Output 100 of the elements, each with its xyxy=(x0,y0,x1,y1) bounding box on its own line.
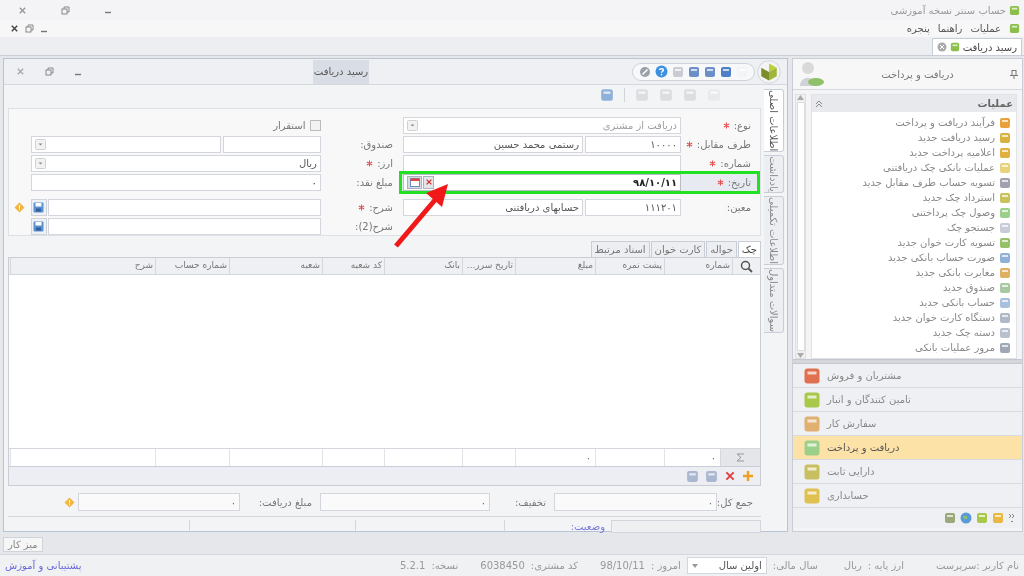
menu-item[interactable]: جستجو چک xyxy=(946,220,995,235)
window-title: حساب سنتر نسخه آموزشی xyxy=(890,3,1006,18)
calendar-button[interactable] xyxy=(407,175,422,189)
menu-item[interactable]: وصول چک پرداختنی xyxy=(911,205,995,220)
nav-button[interactable]: مشتریان و فروش xyxy=(793,364,1022,388)
menu-item[interactable]: رسید دریافت جدید xyxy=(918,130,995,145)
more-icon[interactable] xyxy=(1008,513,1016,523)
column-header[interactable]: شماره حساب xyxy=(155,258,229,274)
menu-item[interactable]: پنجره xyxy=(906,21,930,36)
close-icon[interactable] xyxy=(10,24,19,33)
restore-icon[interactable] xyxy=(61,5,70,15)
menu-item[interactable]: مرور عملیات بانکی xyxy=(915,340,995,355)
restore-icon[interactable] xyxy=(45,67,54,76)
code-field[interactable]: ۱۰۰۰۰ xyxy=(585,136,681,154)
status-label: امروز : xyxy=(650,559,681,573)
memo-field[interactable] xyxy=(47,198,321,216)
menu-item[interactable]: راهنما xyxy=(937,21,963,36)
menu-item[interactable]: استرداد چک جدید xyxy=(922,190,995,205)
code-field[interactable]: ۱۱۱۲۰۱ xyxy=(585,198,681,216)
menu-item[interactable]: فرآیند دریافت و پرداخت xyxy=(895,115,995,130)
menu-item[interactable]: دسته چک جدید xyxy=(932,325,995,340)
add-icon[interactable] xyxy=(742,470,754,482)
window-title: رسید دریافت xyxy=(313,59,369,84)
side-tab[interactable]: اطلاعات اصلی xyxy=(764,89,784,153)
support-link[interactable]: پشتیبانی و آموزش xyxy=(5,558,82,573)
status-value: 98/10/11 xyxy=(600,559,645,573)
grid-tab[interactable]: حواله xyxy=(706,241,737,257)
checkbox[interactable] xyxy=(309,120,321,132)
column-header[interactable]: شعبه xyxy=(229,258,322,274)
checkbox-label: استقرار xyxy=(273,119,306,134)
menu-item[interactable]: عملیات بانکی چک دریافتنی xyxy=(883,160,995,175)
nav-button[interactable]: دارایی ثابت xyxy=(793,460,1022,484)
menu-item[interactable]: تسویه حساب طرف مقابل جدید xyxy=(862,175,995,190)
status-label: نسخه: xyxy=(431,559,459,573)
date-field[interactable]: ۹۸/۱۰/۱۱ xyxy=(403,173,681,191)
status-value: ریال xyxy=(843,559,862,573)
menu-item[interactable]: اعلامیه پرداخت جدید xyxy=(909,145,995,160)
menu-item[interactable]: صورت حساب بانکی جدید xyxy=(888,250,995,265)
nav-button[interactable]: حسابداری xyxy=(793,484,1022,508)
menu-item[interactable]: تسویه کارت خوان جدید xyxy=(897,235,995,250)
column-header[interactable]: بانک xyxy=(384,258,462,274)
pin-icon[interactable] xyxy=(1010,69,1018,79)
column-header[interactable]: تاریخ سرر... xyxy=(462,258,515,274)
menu-item[interactable]: مغایرت بانکی جدید xyxy=(915,265,995,280)
column-header[interactable]: شماره xyxy=(664,258,732,274)
field-label: شرح(2): xyxy=(355,219,393,234)
name-field[interactable]: رستمی محمد حسین xyxy=(403,136,583,154)
grid-tab[interactable]: اسناد مرتبط xyxy=(590,241,650,257)
side-tab[interactable]: اطلاعات تکمیلی xyxy=(764,195,784,265)
column-header[interactable]: شرح xyxy=(10,258,155,274)
globe-icon[interactable] xyxy=(960,512,972,524)
section-header[interactable]: عملیات xyxy=(977,96,1013,111)
status-value: 6038450 xyxy=(480,559,525,573)
clear-button[interactable] xyxy=(423,175,434,189)
column-header[interactable]: کد شعبه xyxy=(322,258,384,274)
menu-item[interactable]: صندوق جدید xyxy=(943,280,995,295)
total-field[interactable]: ۰ xyxy=(78,493,240,511)
desk-button[interactable]: میز کار xyxy=(3,536,43,552)
collapse-icon[interactable] xyxy=(815,99,823,108)
text-field[interactable] xyxy=(222,136,321,154)
column-header[interactable]: مبلغ xyxy=(515,258,595,274)
total-label: جمع کل: xyxy=(717,495,754,510)
scroll-up-icon[interactable] xyxy=(797,95,804,100)
field-label: تاریخ: xyxy=(727,175,751,190)
nav-button[interactable]: سفارش کار xyxy=(793,412,1022,436)
caret-icon xyxy=(34,158,46,170)
nav-button[interactable]: دریافت و پرداخت xyxy=(793,436,1022,460)
dropdown[interactable]: ریال xyxy=(30,155,321,173)
side-tab[interactable]: سوالات متداول xyxy=(764,268,784,334)
restore-icon[interactable] xyxy=(25,24,34,33)
memo-field[interactable] xyxy=(47,217,321,235)
document-tab[interactable]: رسید دریافت xyxy=(931,38,1022,55)
caret-icon xyxy=(34,139,46,151)
status-value: 5.2.1 xyxy=(399,559,426,573)
amount-field[interactable]: ۰ xyxy=(30,173,321,191)
total-label: تخفیف: xyxy=(513,495,547,510)
menu-item[interactable]: عملیات xyxy=(970,21,1001,36)
column-header[interactable]: پشت نمره xyxy=(595,258,664,274)
save-button[interactable] xyxy=(30,198,47,216)
side-tab[interactable]: یادداشت xyxy=(764,155,784,193)
year-dropdown[interactable]: اولین سال xyxy=(686,557,767,574)
menu-item[interactable]: دستگاه کارت خوان جدید xyxy=(892,310,995,325)
save-button[interactable] xyxy=(30,217,47,235)
scrollbar[interactable] xyxy=(795,94,806,359)
name-field[interactable]: حسابهای دریافتنی xyxy=(403,198,583,216)
calendar-icon xyxy=(409,177,420,188)
grid-tab[interactable]: چک xyxy=(737,241,761,257)
user-name: نام کاربر :سرپرست xyxy=(935,559,1019,573)
status-label: وضعیت: xyxy=(570,519,605,534)
settings-icon[interactable] xyxy=(639,65,651,78)
nav-button[interactable]: تامین کنندگان و انبار xyxy=(793,388,1022,412)
total-field[interactable]: ۰ xyxy=(554,493,717,511)
help-icon[interactable] xyxy=(655,65,668,78)
total-field[interactable]: ۰ xyxy=(320,493,490,511)
status-label: سال مالی: xyxy=(772,559,818,573)
search-icon[interactable] xyxy=(740,259,753,273)
menu-item[interactable]: حساب بانکی جدید xyxy=(919,295,995,310)
grid-tab[interactable]: کارت خوان xyxy=(650,241,706,257)
dropdown[interactable] xyxy=(30,136,221,154)
caret-icon xyxy=(407,120,418,132)
